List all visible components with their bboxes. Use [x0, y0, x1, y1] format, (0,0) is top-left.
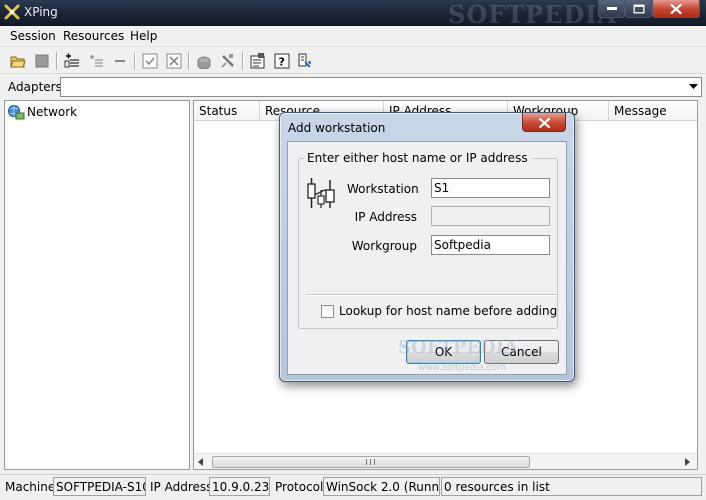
stop-icon[interactable]: [32, 51, 52, 71]
add-list-icon[interactable]: [86, 51, 106, 71]
chevron-down-icon: [689, 84, 698, 89]
status-ip-label: IP Address: [150, 480, 213, 494]
status-protocol-value: WinSock 2.0 (Running: [323, 477, 440, 496]
tree-node-label: Network: [27, 105, 78, 119]
ip-address-label: IP Address: [354, 210, 417, 224]
adapters-dropdown[interactable]: [60, 77, 702, 97]
dialog-watermark-url: www.softpedia.com: [418, 363, 506, 373]
maximize-icon: [633, 4, 644, 13]
groupbox-caption: Enter either host name or IP address: [304, 151, 531, 165]
uncheck-icon[interactable]: [164, 51, 184, 71]
menu-bar: Session Resources Help: [0, 26, 706, 47]
workstation-label: Workstation: [347, 182, 419, 196]
close-icon: [539, 118, 550, 128]
scrollbar-thumb[interactable]: [212, 456, 530, 468]
network-tree[interactable]: Network: [4, 100, 190, 470]
check-icon[interactable]: [140, 51, 160, 71]
tree-node-network[interactable]: Network: [7, 104, 77, 120]
network-disk-icon[interactable]: [194, 51, 214, 71]
workstation-icon: [305, 176, 339, 210]
status-machine-label: Machine: [5, 480, 56, 494]
column-message[interactable]: Message: [609, 101, 697, 120]
window-title: XPing: [24, 5, 58, 19]
add-host-icon[interactable]: [62, 51, 82, 71]
add-workstation-dialog: Add workstation Enter either host name o…: [279, 112, 575, 382]
menu-session[interactable]: Session: [10, 29, 56, 43]
open-folder-icon[interactable]: [8, 51, 28, 71]
softpedia-watermark: SOFTPEDIA: [448, 0, 618, 29]
status-ip-value: 10.9.0.231: [209, 477, 270, 496]
title-bar: XPing SOFTPEDIA: [0, 0, 706, 29]
close-button[interactable]: [652, 0, 700, 18]
status-protocol-label: Protocol: [275, 480, 324, 494]
workstation-input[interactable]: [431, 178, 550, 198]
workgroup-label: Workgroup: [351, 239, 417, 253]
scroll-right-icon[interactable]: [685, 458, 691, 466]
remove-icon[interactable]: [110, 51, 130, 71]
menu-resources[interactable]: Resources: [63, 29, 124, 43]
lookup-host-label[interactable]: Lookup for host name before adding: [339, 304, 557, 318]
minimize-icon: [606, 6, 617, 10]
satellite-icon[interactable]: [218, 51, 238, 71]
svg-text:?: ?: [279, 56, 285, 69]
ip-address-input[interactable]: [431, 206, 550, 226]
about-icon[interactable]: [294, 51, 314, 71]
toolbar: ?: [0, 47, 706, 74]
grip-icon: [366, 459, 375, 465]
toolbar-separator: [188, 52, 190, 70]
network-icon: [7, 104, 25, 120]
status-bar: Machine SOFTPEDIA-S101 IP Address 10.9.0…: [0, 474, 706, 500]
minimize-button[interactable]: [598, 0, 625, 18]
properties-icon[interactable]: [248, 51, 268, 71]
status-machine-value: SOFTPEDIA-S101: [53, 477, 146, 496]
adapters-label: Adapters: [8, 80, 62, 94]
toolbar-separator: [134, 52, 136, 70]
scroll-left-icon[interactable]: [198, 458, 204, 466]
toolbar-separator: [242, 52, 244, 70]
horizontal-scrollbar[interactable]: [194, 453, 697, 469]
lookup-host-checkbox[interactable]: [321, 305, 334, 318]
help-icon[interactable]: ?: [272, 51, 292, 71]
dialog-watermark: SOFTPEDIA: [398, 337, 519, 358]
dialog-title: Add workstation: [288, 121, 386, 135]
maximize-button[interactable]: [625, 0, 652, 18]
toolbar-separator: [56, 52, 58, 70]
status-resource-count: 0 resources in list: [441, 477, 702, 496]
workgroup-input[interactable]: [431, 235, 550, 255]
menu-help[interactable]: Help: [130, 29, 157, 43]
dialog-close-button[interactable]: [522, 113, 566, 132]
close-icon: [670, 3, 682, 14]
column-status[interactable]: Status: [194, 101, 260, 120]
group-divider: [306, 294, 557, 296]
xping-app-icon[interactable]: [4, 4, 20, 20]
